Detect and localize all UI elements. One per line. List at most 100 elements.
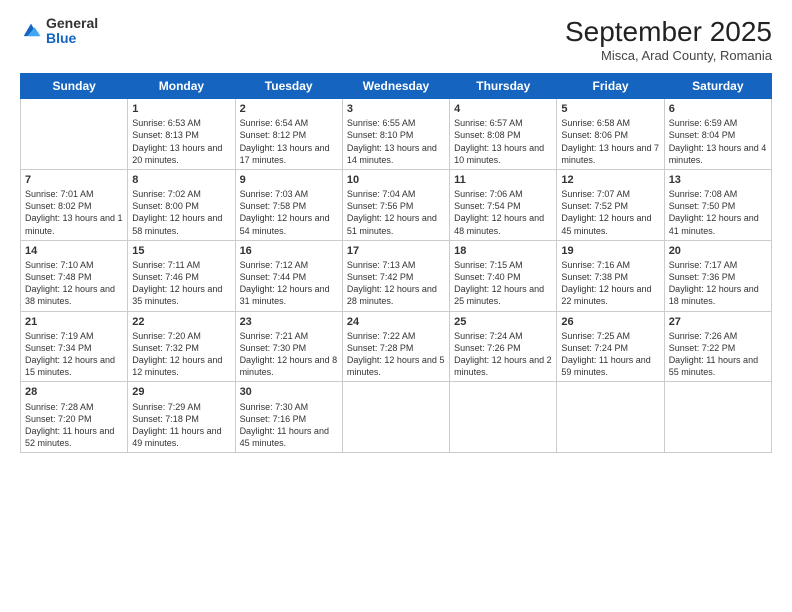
calendar-cell: 14Sunrise: 7:10 AMSunset: 7:48 PMDayligh… [21, 240, 128, 311]
cell-content: Sunrise: 7:24 AMSunset: 7:26 PMDaylight:… [454, 330, 552, 379]
calendar-cell [342, 382, 449, 453]
calendar-cell: 13Sunrise: 7:08 AMSunset: 7:50 PMDayligh… [664, 169, 771, 240]
cell-content: Sunrise: 7:26 AMSunset: 7:22 PMDaylight:… [669, 330, 767, 379]
calendar-cell: 29 Sunrise: 7:29 AMSunset: 7:18 PMDayligh… [128, 382, 235, 453]
day-number: 8 [132, 173, 230, 187]
page: General Blue September 2025 Misca, Arad … [0, 0, 792, 612]
cell-content: Sunrise: 6:54 AMSunset: 8:12 PMDaylight:… [240, 117, 338, 166]
calendar-cell: 22Sunrise: 7:20 AMSunset: 7:32 PMDayligh… [128, 311, 235, 382]
day-number: 1 [132, 102, 230, 116]
calendar-cell: 24Sunrise: 7:22 AMSunset: 7:28 PMDayligh… [342, 311, 449, 382]
day-number: 30 [240, 385, 338, 399]
cell-content: Sunrise: 7:02 AMSunset: 8:00 PMDaylight:… [132, 188, 230, 237]
calendar-cell: 16Sunrise: 7:12 AMSunset: 7:44 PMDayligh… [235, 240, 342, 311]
cell-content: Sunrise: 7:19 AMSunset: 7:34 PMDaylight:… [25, 330, 123, 379]
calendar-cell: 15Sunrise: 7:11 AMSunset: 7:46 PMDayligh… [128, 240, 235, 311]
day-number: 26 [561, 315, 659, 329]
day-number: 3 [347, 102, 445, 116]
calendar-cell: 5Sunrise: 6:58 AMSunset: 8:06 PMDaylight… [557, 99, 664, 170]
cell-content: Sunrise: 7:16 AMSunset: 7:38 PMDaylight:… [561, 259, 659, 308]
day-number: 17 [347, 244, 445, 258]
calendar-cell: 9Sunrise: 7:03 AMSunset: 7:58 PMDaylight… [235, 169, 342, 240]
calendar-cell [557, 382, 664, 453]
cell-content: Sunrise: 7:10 AMSunset: 7:48 PMDaylight:… [25, 259, 123, 308]
day-number: 2 [240, 102, 338, 116]
title-block: September 2025 Misca, Arad County, Roman… [565, 16, 772, 63]
logo-blue-text: Blue [46, 31, 98, 46]
day-number: 13 [669, 173, 767, 187]
day-number: 9 [240, 173, 338, 187]
calendar-week-row: 1Sunrise: 6:53 AMSunset: 8:13 PMDaylight… [21, 99, 772, 170]
cell-content: Sunrise: 7:01 AMSunset: 8:02 PMDaylight:… [25, 188, 123, 237]
main-title: September 2025 [565, 16, 772, 48]
calendar-cell [21, 99, 128, 170]
calendar-cell: 3Sunrise: 6:55 AMSunset: 8:10 PMDaylight… [342, 99, 449, 170]
day-number: 15 [132, 244, 230, 258]
cell-content: Sunrise: 7:13 AMSunset: 7:42 PMDaylight:… [347, 259, 445, 308]
calendar-cell: 17Sunrise: 7:13 AMSunset: 7:42 PMDayligh… [342, 240, 449, 311]
logo-text: General Blue [46, 16, 98, 47]
day-number: 28 [25, 385, 123, 399]
cell-content: Sunrise: 6:55 AMSunset: 8:10 PMDaylight:… [347, 117, 445, 166]
cell-content: Sunrise: 6:57 AMSunset: 8:08 PMDaylight:… [454, 117, 552, 166]
day-number: 23 [240, 315, 338, 329]
calendar-cell: 20Sunrise: 7:17 AMSunset: 7:36 PMDayligh… [664, 240, 771, 311]
logo-general-text: General [46, 16, 98, 31]
calendar-cell: 4Sunrise: 6:57 AMSunset: 8:08 PMDaylight… [450, 99, 557, 170]
day-number: 4 [454, 102, 552, 116]
cell-content: Sunrise: 7:15 AMSunset: 7:40 PMDaylight:… [454, 259, 552, 308]
calendar-cell: 1Sunrise: 6:53 AMSunset: 8:13 PMDaylight… [128, 99, 235, 170]
cell-content: Sunrise: 7:17 AMSunset: 7:36 PMDaylight:… [669, 259, 767, 308]
calendar-day-header: Saturday [664, 74, 771, 99]
day-number: 16 [240, 244, 338, 258]
day-number: 10 [347, 173, 445, 187]
calendar-cell: 25Sunrise: 7:24 AMSunset: 7:26 PMDayligh… [450, 311, 557, 382]
calendar-header-row: SundayMondayTuesdayWednesdayThursdayFrid… [21, 74, 772, 99]
day-number: 22 [132, 315, 230, 329]
day-number: 24 [347, 315, 445, 329]
cell-content: Sunrise: 6:53 AMSunset: 8:13 PMDaylight:… [132, 117, 230, 166]
cell-content: Sunrise: 7:07 AMSunset: 7:52 PMDaylight:… [561, 188, 659, 237]
calendar-day-header: Tuesday [235, 74, 342, 99]
calendar-cell: 7Sunrise: 7:01 AMSunset: 8:02 PMDaylight… [21, 169, 128, 240]
calendar-cell: 19Sunrise: 7:16 AMSunset: 7:38 PMDayligh… [557, 240, 664, 311]
cell-content: Sunrise: 6:59 AMSunset: 8:04 PMDaylight:… [669, 117, 767, 166]
calendar-cell: 21Sunrise: 7:19 AMSunset: 7:34 PMDayligh… [21, 311, 128, 382]
cell-content: Sunrise: 7:03 AMSunset: 7:58 PMDaylight:… [240, 188, 338, 237]
calendar-cell: 28Sunrise: 7:28 AMSunset: 7:20 PMDayligh… [21, 382, 128, 453]
cell-content: Sunrise: 7:06 AMSunset: 7:54 PMDaylight:… [454, 188, 552, 237]
day-number: 29 [132, 385, 230, 399]
calendar-cell: 2Sunrise: 6:54 AMSunset: 8:12 PMDaylight… [235, 99, 342, 170]
day-number: 27 [669, 315, 767, 329]
cell-content: Sunrise: 7:04 AMSunset: 7:56 PMDaylight:… [347, 188, 445, 237]
cell-content: Sunrise: 7:11 AMSunset: 7:46 PMDaylight:… [132, 259, 230, 308]
calendar-cell: 11Sunrise: 7:06 AMSunset: 7:54 PMDayligh… [450, 169, 557, 240]
cell-content: Sunrise: 7:21 AMSunset: 7:30 PMDaylight:… [240, 330, 338, 379]
cell-content: Sunrise: 7:29 AMSunset: 7:18 PMDaylight:… [132, 401, 230, 450]
calendar-cell [664, 382, 771, 453]
calendar-cell: 18Sunrise: 7:15 AMSunset: 7:40 PMDayligh… [450, 240, 557, 311]
cell-content: Sunrise: 7:30 AMSunset: 7:16 PMDaylight:… [240, 401, 338, 450]
calendar-day-header: Sunday [21, 74, 128, 99]
day-number: 25 [454, 315, 552, 329]
calendar-day-header: Wednesday [342, 74, 449, 99]
day-number: 18 [454, 244, 552, 258]
day-number: 5 [561, 102, 659, 116]
calendar-week-row: 21Sunrise: 7:19 AMSunset: 7:34 PMDayligh… [21, 311, 772, 382]
calendar-week-row: 7Sunrise: 7:01 AMSunset: 8:02 PMDaylight… [21, 169, 772, 240]
cell-content: Sunrise: 7:22 AMSunset: 7:28 PMDaylight:… [347, 330, 445, 379]
day-number: 7 [25, 173, 123, 187]
day-number: 11 [454, 173, 552, 187]
calendar-cell: 12Sunrise: 7:07 AMSunset: 7:52 PMDayligh… [557, 169, 664, 240]
calendar-cell: 26Sunrise: 7:25 AMSunset: 7:24 PMDayligh… [557, 311, 664, 382]
day-number: 14 [25, 244, 123, 258]
calendar-day-header: Thursday [450, 74, 557, 99]
calendar-table: SundayMondayTuesdayWednesdayThursdayFrid… [20, 73, 772, 453]
calendar-cell: 6Sunrise: 6:59 AMSunset: 8:04 PMDaylight… [664, 99, 771, 170]
day-number: 20 [669, 244, 767, 258]
day-number: 12 [561, 173, 659, 187]
cell-content: Sunrise: 6:58 AMSunset: 8:06 PMDaylight:… [561, 117, 659, 166]
cell-content: Sunrise: 7:08 AMSunset: 7:50 PMDaylight:… [669, 188, 767, 237]
day-number: 6 [669, 102, 767, 116]
calendar-cell: 8Sunrise: 7:02 AMSunset: 8:00 PMDaylight… [128, 169, 235, 240]
